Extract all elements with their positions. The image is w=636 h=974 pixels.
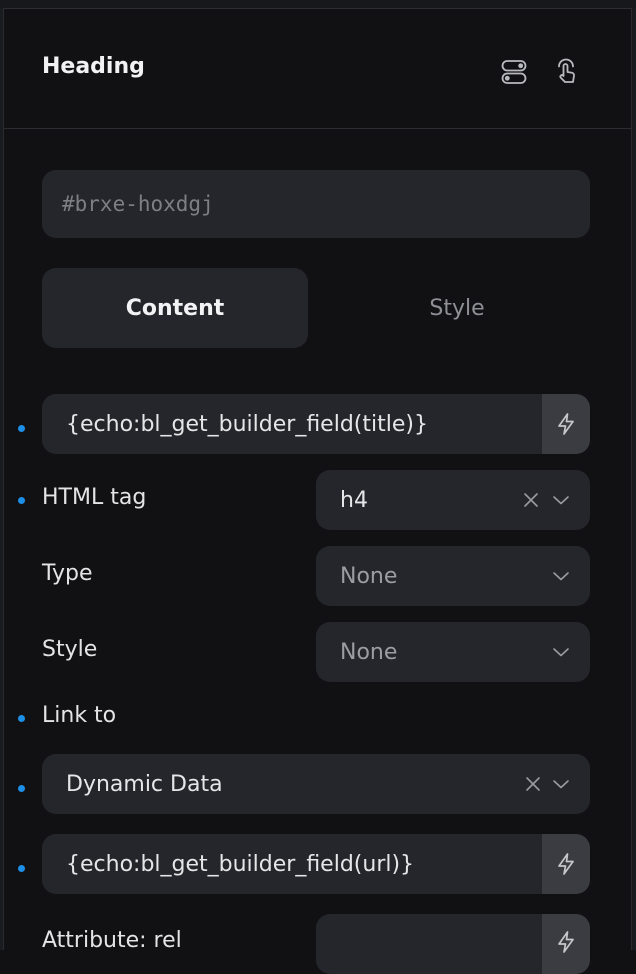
html-tag-value: h4 (340, 487, 368, 513)
dynamic-data-button[interactable] (542, 834, 590, 894)
html-tag-select[interactable]: h4 (316, 470, 590, 530)
link-to-label: Link to (42, 703, 117, 728)
tab-style[interactable]: Style (324, 268, 590, 348)
chevron-down-icon[interactable] (552, 546, 570, 606)
html-tag-label: HTML tag (42, 485, 147, 510)
changed-indicator-dot (18, 865, 25, 872)
link-type-value: Dynamic Data (66, 771, 223, 797)
clear-icon[interactable] (522, 470, 540, 530)
style-label: Style (42, 637, 98, 662)
changed-indicator-dot (18, 785, 25, 792)
style-value: None (340, 639, 398, 665)
tab-content[interactable]: Content (42, 268, 308, 348)
style-select[interactable]: None (316, 622, 590, 682)
bolt-icon (558, 413, 574, 435)
changed-indicator-dot (18, 425, 25, 432)
panel-title: Heading (42, 54, 145, 79)
changed-indicator-dot (18, 715, 25, 722)
attribute-rel-field[interactable] (316, 914, 590, 974)
type-label: Type (42, 561, 93, 586)
text-field[interactable]: {echo:bl_get_builder_field(title)} (42, 394, 590, 454)
bolt-icon (558, 931, 574, 953)
left-edge (0, 8, 4, 950)
link-type-select[interactable]: Dynamic Data (42, 754, 590, 814)
type-select[interactable]: None (316, 546, 590, 606)
chevron-down-icon[interactable] (552, 754, 570, 814)
changed-indicator-dot (18, 497, 25, 504)
attribute-rel-label: Attribute: rel (42, 928, 182, 953)
toggle-switch-icon[interactable] (497, 55, 531, 89)
bolt-icon (558, 853, 574, 875)
panel-header: Heading (4, 8, 632, 129)
pointer-hand-icon[interactable] (549, 55, 583, 89)
dynamic-data-button[interactable] (542, 394, 590, 454)
chevron-down-icon[interactable] (552, 622, 570, 682)
element-id-input[interactable] (42, 170, 590, 238)
right-edge (631, 8, 636, 950)
type-value: None (340, 563, 398, 589)
clear-icon[interactable] (524, 754, 542, 814)
link-url-value: {echo:bl_get_builder_field(url)} (66, 851, 415, 877)
chevron-down-icon[interactable] (552, 470, 570, 530)
link-url-field[interactable]: {echo:bl_get_builder_field(url)} (42, 834, 590, 894)
dynamic-data-button[interactable] (542, 914, 590, 974)
text-field-value: {echo:bl_get_builder_field(title)} (66, 411, 428, 437)
